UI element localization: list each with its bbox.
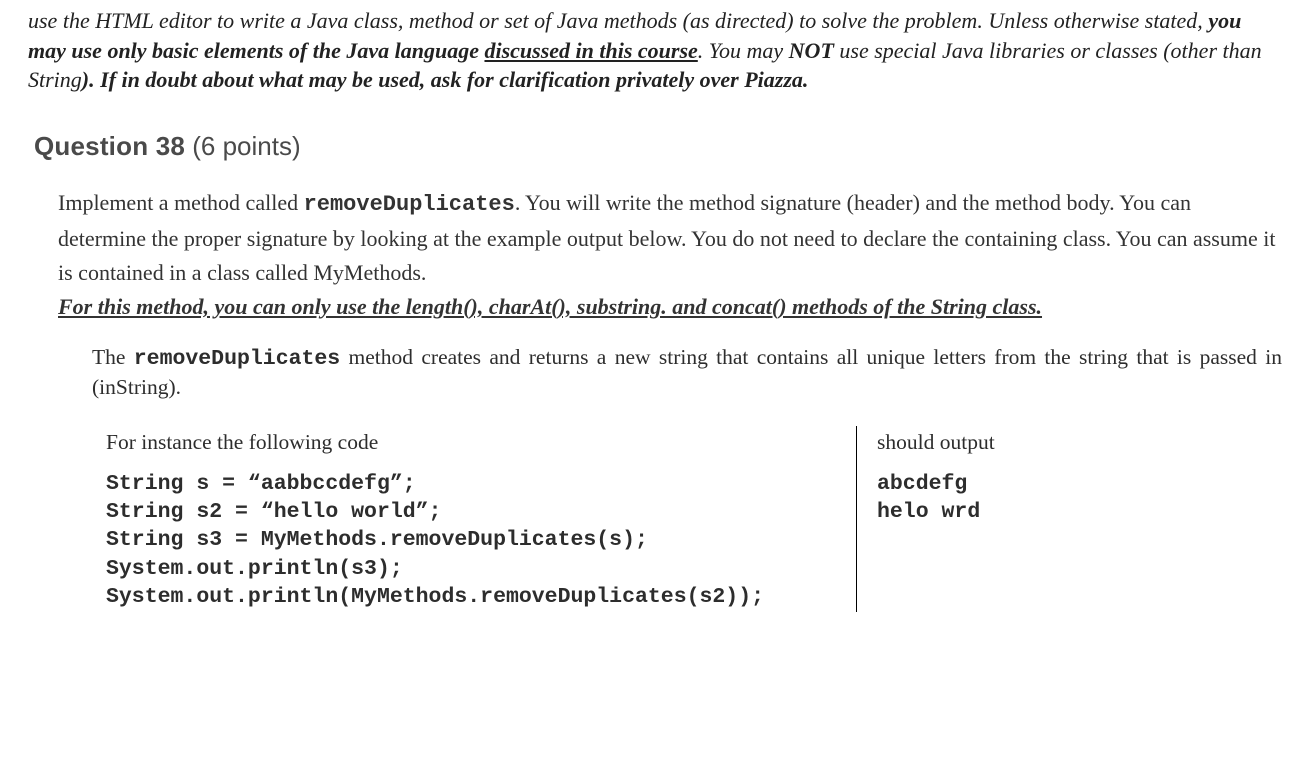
intro-bold-underline: discussed in this course <box>484 38 697 63</box>
desc-method: removeDuplicates <box>134 347 340 371</box>
intro-period-1: . <box>698 38 709 63</box>
method-constraint: For this method, you can only use the le… <box>58 294 1042 319</box>
example-right-column: should output abcdefg helo wrd <box>856 426 1282 611</box>
intro-period-2: . <box>803 67 809 92</box>
question-header: Question 38 (6 points) <box>34 131 1282 162</box>
question-body: Implement a method called removeDuplicat… <box>58 186 1282 611</box>
example-output: abcdefg helo wrd <box>877 470 1282 527</box>
intro-bold-2: ). If in doubt about what may be used, a… <box>82 67 803 92</box>
intro-text-2: You may <box>709 38 789 63</box>
method-name: removeDuplicates <box>304 192 515 217</box>
example-right-intro: should output <box>877 426 1282 459</box>
instructions-paragraph: use the HTML editor to write a Java clas… <box>28 6 1282 95</box>
desc-a: The <box>92 345 134 369</box>
example-code: String s = “aabbccdefg”; String s2 = “he… <box>106 470 836 612</box>
example-left-column: For instance the following code String s… <box>106 426 856 611</box>
method-description: The removeDuplicates method creates and … <box>92 344 1282 402</box>
example-left-intro: For instance the following code <box>106 426 836 459</box>
question-points: (6 points) <box>185 131 301 161</box>
body-text-a: Implement a method called <box>58 190 304 215</box>
intro-not: NOT <box>789 38 834 63</box>
page-root: use the HTML editor to write a Java clas… <box>0 0 1310 632</box>
intro-text-1: use the HTML editor to write a Java clas… <box>28 8 1208 33</box>
question-paragraph-1: Implement a method called removeDuplicat… <box>58 186 1282 324</box>
example-table: For instance the following code String s… <box>106 426 1282 611</box>
question-number: Question 38 <box>34 131 185 161</box>
